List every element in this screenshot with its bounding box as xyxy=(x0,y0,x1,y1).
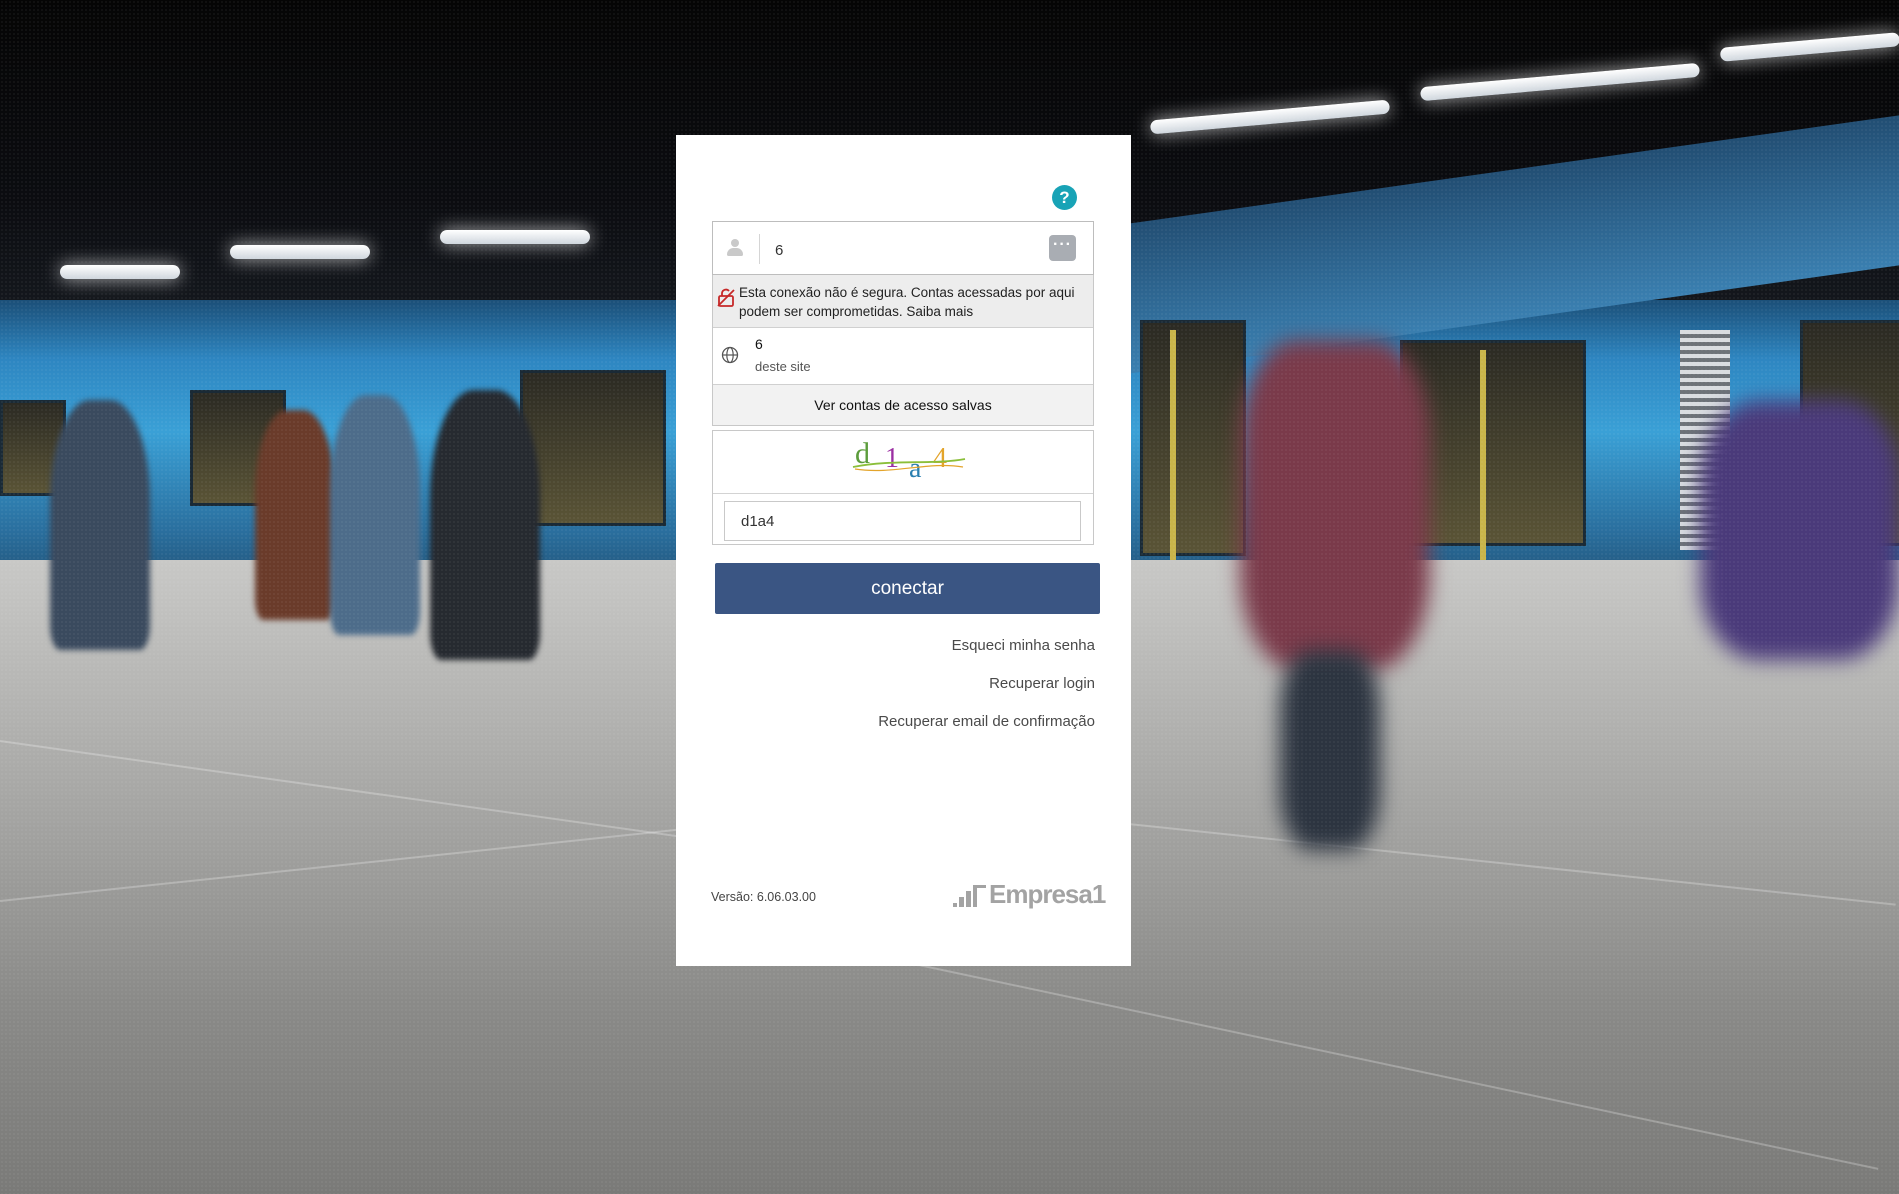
user-icon xyxy=(727,239,743,257)
version-label: Versão: 6.06.03.00 xyxy=(711,890,816,904)
connect-button[interactable]: conectar xyxy=(715,563,1100,614)
bar-chart-logo-icon xyxy=(953,885,986,907)
warning-text: Esta conexão não é segura. Contas acessa… xyxy=(739,283,1089,321)
captcha-box: d 1 a 4 xyxy=(712,430,1094,545)
field-separator xyxy=(759,234,760,264)
account-source: deste site xyxy=(755,359,811,374)
insecure-connection-warning: Esta conexão não é segura. Contas acessa… xyxy=(713,275,1093,328)
svg-text:4: 4 xyxy=(933,443,947,474)
learn-more-link[interactable]: Saiba mais xyxy=(906,304,973,319)
username-input[interactable] xyxy=(773,234,1032,266)
recover-email-link[interactable]: Recuperar email de confirmação xyxy=(878,713,1095,730)
account-name: 6 xyxy=(755,336,763,352)
view-saved-accounts-button[interactable]: Ver contas de acesso salvas xyxy=(713,385,1093,425)
recover-login-link[interactable]: Recuperar login xyxy=(989,675,1095,692)
broken-lock-icon xyxy=(717,288,735,307)
brand-logo: Empresa1 xyxy=(949,879,1106,909)
login-card: ? ··· Esta conexão não é segura. Contas … xyxy=(676,135,1131,966)
captcha-input[interactable] xyxy=(724,501,1081,541)
login-field: ··· xyxy=(712,221,1094,275)
help-icon[interactable]: ? xyxy=(1052,185,1077,210)
brand-name: Empresa1 xyxy=(989,879,1106,909)
globe-icon xyxy=(721,346,739,364)
password-manager-dots-icon[interactable]: ··· xyxy=(1049,235,1076,261)
autofill-dropdown: Esta conexão não é segura. Contas acessa… xyxy=(712,275,1094,426)
forgot-password-link[interactable]: Esqueci minha senha xyxy=(952,637,1095,654)
saved-account-item[interactable]: 6 deste site xyxy=(713,328,1093,385)
captcha-image[interactable]: d 1 a 4 xyxy=(713,431,1093,494)
